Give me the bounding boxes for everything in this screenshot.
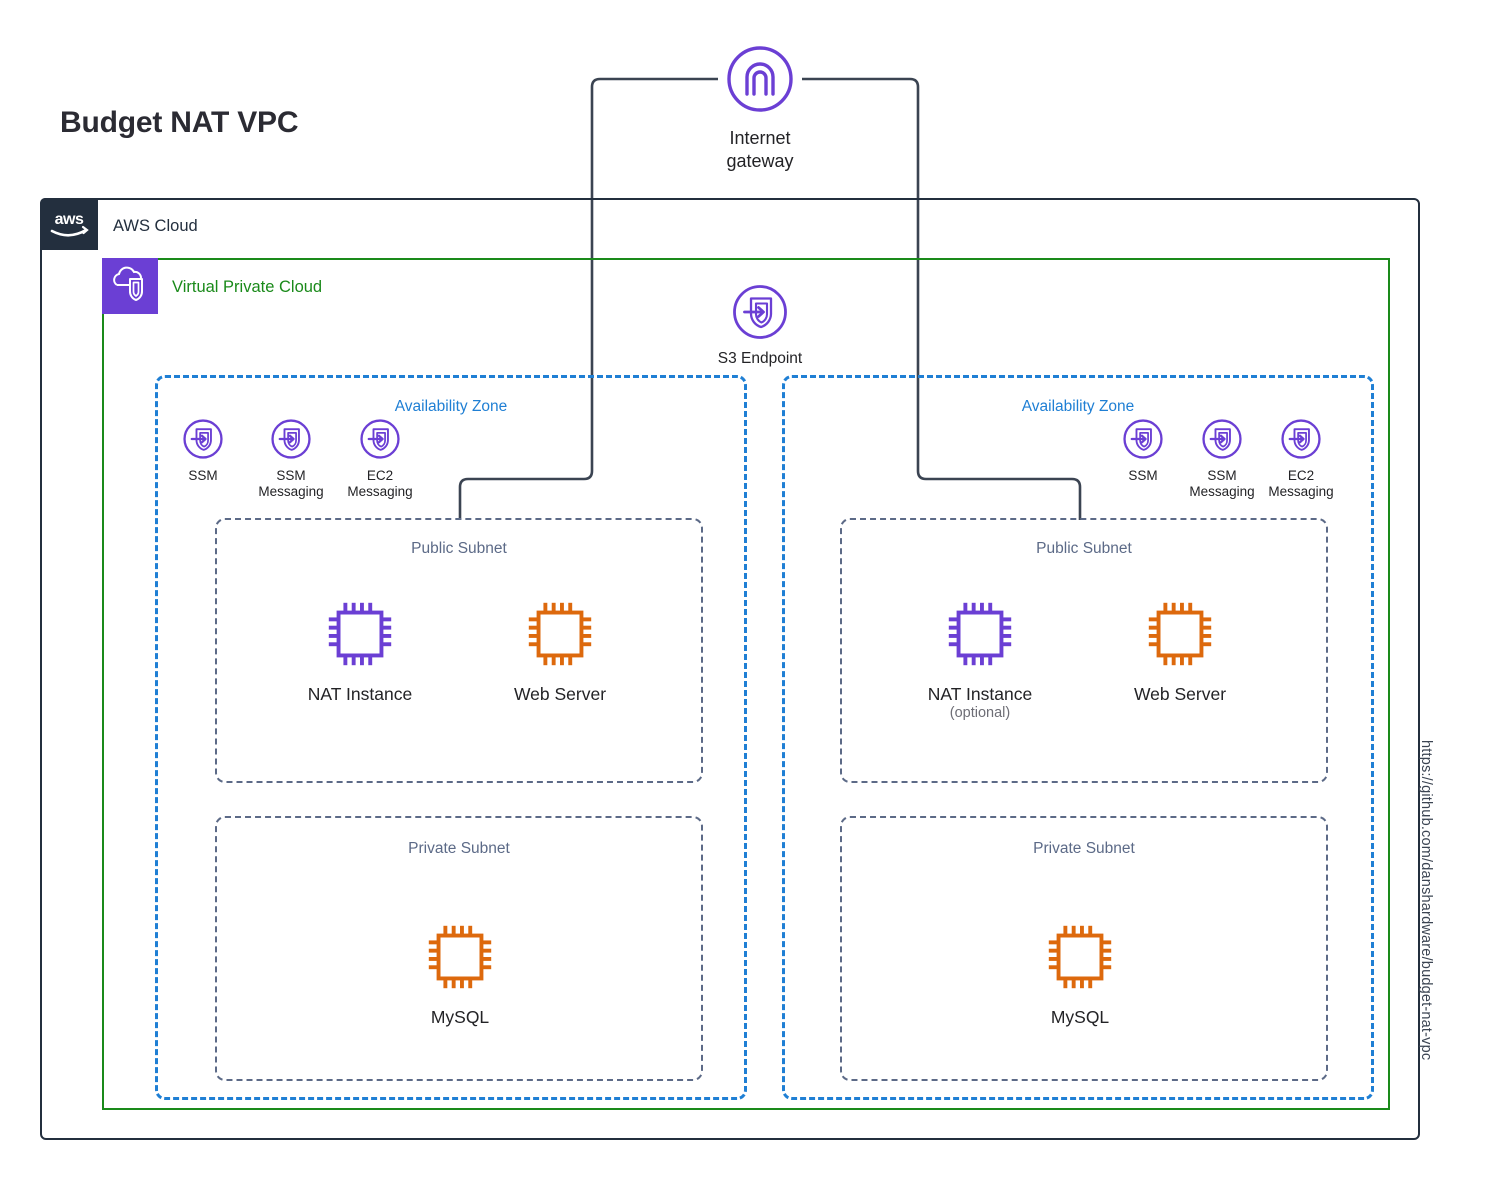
page-title: Budget NAT VPC bbox=[60, 106, 299, 139]
s3-endpoint-label: S3 Endpoint bbox=[717, 350, 803, 367]
endpoint-ec2-messaging-left: EC2 Messaging bbox=[332, 418, 428, 500]
instance-label: Web Server bbox=[513, 684, 607, 704]
public-subnet-left-label: Public Subnet bbox=[411, 540, 507, 557]
source-url-label: https://github.com/danshardware/budget-n… bbox=[1418, 740, 1434, 1061]
endpoint-label-line1: SSM bbox=[1128, 468, 1158, 483]
instance-nat-left: NAT Instance bbox=[290, 595, 430, 704]
vpc-endpoint-icon bbox=[183, 419, 223, 459]
availability-zone-left-label: Availability Zone bbox=[394, 398, 508, 415]
instance-mysql-right: MySQL bbox=[1010, 918, 1150, 1027]
aws-logo-badge: aws bbox=[40, 198, 98, 250]
igw-label-line2: gateway bbox=[726, 150, 794, 171]
aws-logo-icon: aws bbox=[50, 211, 89, 237]
internet-gateway-node: Internet gateway bbox=[690, 44, 830, 172]
igw-label-line1: Internet bbox=[729, 128, 791, 148]
vpc-endpoint-icon bbox=[360, 419, 400, 459]
endpoint-label-line2: Messaging bbox=[1268, 484, 1334, 500]
public-subnet-right-label: Public Subnet bbox=[1036, 540, 1132, 557]
instance-label: NAT Instance bbox=[927, 684, 1033, 704]
vpc-badge bbox=[102, 258, 158, 314]
endpoint-ssm-left: SSM bbox=[155, 418, 251, 484]
instance-label: MySQL bbox=[1050, 1007, 1110, 1027]
ec2-instance-icon bbox=[528, 602, 592, 666]
vpc-cloud-shield-icon bbox=[113, 266, 143, 301]
instance-nat-right: NAT Instance (optional) bbox=[910, 595, 1050, 722]
endpoint-label: EC2 Messaging bbox=[332, 468, 428, 500]
internet-gateway-label: Internet gateway bbox=[690, 127, 830, 172]
instance-web-server-left: Web Server bbox=[490, 595, 630, 704]
endpoint-label-line1: EC2 bbox=[366, 468, 394, 483]
ec2-instance-icon bbox=[1048, 925, 1112, 989]
endpoint-label-line1: SSM bbox=[1207, 468, 1237, 483]
availability-zone-right-label: Availability Zone bbox=[1021, 398, 1135, 415]
instance-web-server-right: Web Server bbox=[1110, 595, 1250, 704]
endpoint-label-line1: EC2 bbox=[1287, 468, 1315, 483]
vpc-endpoint-icon bbox=[1123, 419, 1163, 459]
s3-endpoint-node: S3 Endpoint bbox=[690, 283, 830, 368]
endpoint-label: SSM bbox=[155, 468, 251, 484]
vpc-endpoint-icon bbox=[1202, 419, 1242, 459]
instance-label: NAT Instance bbox=[307, 684, 413, 704]
endpoint-label-line1: SSM bbox=[188, 468, 218, 483]
instance-sublabel: (optional) bbox=[949, 705, 1011, 722]
ec2-instance-icon bbox=[428, 925, 492, 989]
vpc-endpoint-icon bbox=[733, 285, 787, 339]
endpoint-label-line2: Messaging bbox=[258, 484, 324, 500]
instance-label: Web Server bbox=[1133, 684, 1227, 704]
private-subnet-right-label: Private Subnet bbox=[1033, 840, 1135, 857]
ec2-instance-icon bbox=[1148, 602, 1212, 666]
endpoint-label: EC2 Messaging bbox=[1253, 468, 1349, 500]
aws-cloud-label: AWS Cloud bbox=[113, 217, 198, 235]
instance-label: MySQL bbox=[430, 1007, 490, 1027]
vpc-endpoint-icon bbox=[271, 419, 311, 459]
endpoint-ssm-messaging-left: SSM Messaging bbox=[243, 418, 339, 500]
vpc-endpoint-icon bbox=[1281, 419, 1321, 459]
vpc-label: Virtual Private Cloud bbox=[172, 278, 323, 296]
endpoint-ec2-messaging-right: EC2 Messaging bbox=[1253, 418, 1349, 500]
private-subnet-left-label: Private Subnet bbox=[408, 840, 510, 857]
internet-gateway-icon bbox=[727, 46, 793, 112]
instance-mysql-left: MySQL bbox=[390, 918, 530, 1027]
diagram-canvas: Budget NAT VPC Internet gateway aws AWS … bbox=[0, 0, 1487, 1180]
endpoint-label-line2: Messaging bbox=[347, 484, 413, 500]
svg-text:aws: aws bbox=[55, 211, 84, 228]
ec2-instance-icon bbox=[328, 602, 392, 666]
ec2-instance-icon bbox=[948, 602, 1012, 666]
endpoint-label: SSM Messaging bbox=[243, 468, 339, 500]
endpoint-label-line1: SSM bbox=[276, 468, 306, 483]
